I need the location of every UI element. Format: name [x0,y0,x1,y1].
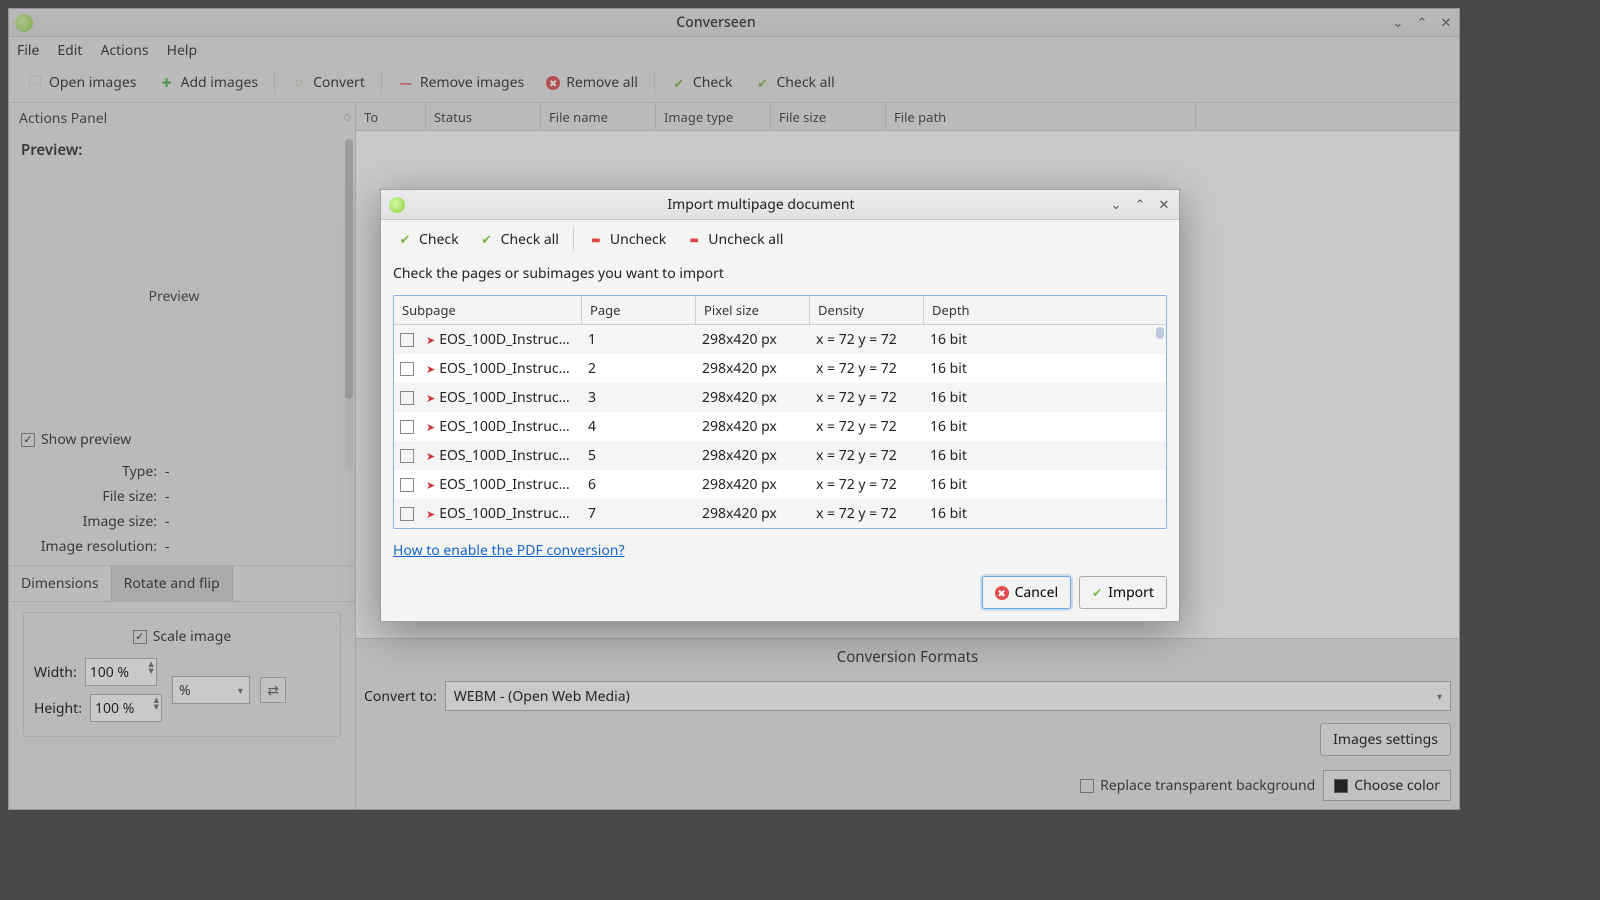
density: x = 72 y = 72 [808,359,922,378]
th-pixel-size[interactable]: Pixel size [696,296,810,324]
table-row[interactable]: EOS_100D_Instruc… 3298x420 pxx = 72 y = 7… [394,383,1166,412]
table-row[interactable]: EOS_100D_Instruc… 6298x420 pxx = 72 y = 7… [394,470,1166,499]
subpage-name: EOS_100D_Instruc… [439,359,569,378]
page-number: 3 [580,388,694,407]
dialog-check-all-label: Check all [501,230,559,249]
dialog-check-button[interactable]: Check [387,225,469,254]
page-number: 4 [580,417,694,436]
pixel-size: 298x420 px [694,330,808,349]
page-number: 6 [580,475,694,494]
dialog-table: Subpage Page Pixel size Density Depth EO… [393,295,1167,529]
row-checkbox[interactable] [400,507,414,521]
depth: 16 bit [922,388,1166,407]
uncheck-icon [686,231,702,247]
check-icon [397,231,413,247]
cancel-icon [995,586,1009,600]
depth: 16 bit [922,359,1166,378]
table-row[interactable]: EOS_100D_Instruc… 2298x420 pxx = 72 y = 7… [394,354,1166,383]
density: x = 72 y = 72 [808,475,922,494]
dialog-scrollbar[interactable] [1156,327,1164,339]
density: x = 72 y = 72 [808,388,922,407]
row-checkbox[interactable] [400,449,414,463]
page-number: 2 [580,359,694,378]
dialog-check-all-button[interactable]: Check all [469,225,569,254]
depth: 16 bit [922,504,1166,523]
depth: 16 bit [922,446,1166,465]
pdf-icon [426,391,435,406]
uncheck-icon [588,231,604,247]
page-number: 5 [580,446,694,465]
dialog-rows: EOS_100D_Instruc…1298x420 pxx = 72 y = 7… [394,325,1166,528]
row-checkbox[interactable] [400,478,414,492]
table-row[interactable]: EOS_100D_Instruc… 4298x420 pxx = 72 y = 7… [394,412,1166,441]
subpage-name: EOS_100D_Instruc… [439,446,569,465]
pdf-icon [426,333,435,348]
th-depth[interactable]: Depth [924,296,1166,324]
subpage-name: EOS_100D_Instruc… [439,475,569,494]
depth: 16 bit [922,475,1166,494]
dialog-title: Import multipage document [413,195,1109,214]
dialog-uncheck-all-button[interactable]: Uncheck all [676,225,793,254]
cancel-button[interactable]: Cancel [982,576,1072,609]
pdf-icon [426,507,435,522]
pixel-size: 298x420 px [694,359,808,378]
pixel-size: 298x420 px [694,475,808,494]
subpage-name: EOS_100D_Instruc… [439,388,569,407]
close-icon[interactable]: ✕ [1157,198,1171,211]
th-density[interactable]: Density [810,296,924,324]
pixel-size: 298x420 px [694,446,808,465]
row-checkbox[interactable] [400,362,414,376]
table-row[interactable]: EOS_100D_Instruc… 1298x420 pxx = 72 y = 7… [394,325,1166,354]
import-button[interactable]: Import [1079,576,1167,609]
dialog-check-label: Check [419,230,459,249]
density: x = 72 y = 72 [808,330,922,349]
cancel-label: Cancel [1015,583,1059,602]
page-number: 1 [580,330,694,349]
subpage-name: EOS_100D_Instruc… [439,330,569,349]
density: x = 72 y = 72 [808,446,922,465]
dialog-uncheck-button[interactable]: Uncheck [578,225,676,254]
pdf-icon [426,420,435,435]
row-checkbox[interactable] [400,333,414,347]
depth: 16 bit [922,417,1166,436]
maximize-icon[interactable]: ⌃ [1133,198,1147,211]
minimize-icon[interactable]: ⌄ [1109,198,1123,211]
page-number: 7 [580,504,694,523]
th-subpage[interactable]: Subpage [394,296,582,324]
dialog-toolbar: Check Check all Uncheck Uncheck all [381,220,1179,258]
app-icon [389,197,405,213]
pdf-icon [426,449,435,464]
pixel-size: 298x420 px [694,504,808,523]
import-label: Import [1108,583,1154,602]
dialog-uncheck-label: Uncheck [610,230,666,249]
pixel-size: 298x420 px [694,417,808,436]
table-row[interactable]: EOS_100D_Instruc… 5298x420 pxx = 72 y = 7… [394,441,1166,470]
subpage-name: EOS_100D_Instruc… [439,417,569,436]
pixel-size: 298x420 px [694,388,808,407]
depth: 16 bit [922,330,1166,349]
density: x = 72 y = 72 [808,417,922,436]
import-icon [1092,583,1102,602]
subpage-name: EOS_100D_Instruc… [439,504,569,523]
row-checkbox[interactable] [400,391,414,405]
pdf-help-link[interactable]: How to enable the PDF conversion? [393,537,1167,560]
density: x = 72 y = 72 [808,504,922,523]
dialog-titlebar: Import multipage document ⌄ ⌃ ✕ [381,190,1179,220]
dialog-uncheck-all-label: Uncheck all [708,230,783,249]
pdf-icon [426,362,435,377]
th-page[interactable]: Page [582,296,696,324]
separator [573,227,574,251]
dialog-instruction: Check the pages or subimages you want to… [393,262,1167,287]
table-row[interactable]: EOS_100D_Instruc… 7298x420 pxx = 72 y = 7… [394,499,1166,528]
check-icon [479,231,495,247]
pdf-icon [426,478,435,493]
import-multipage-dialog: Import multipage document ⌄ ⌃ ✕ Check Ch… [380,189,1180,622]
row-checkbox[interactable] [400,420,414,434]
